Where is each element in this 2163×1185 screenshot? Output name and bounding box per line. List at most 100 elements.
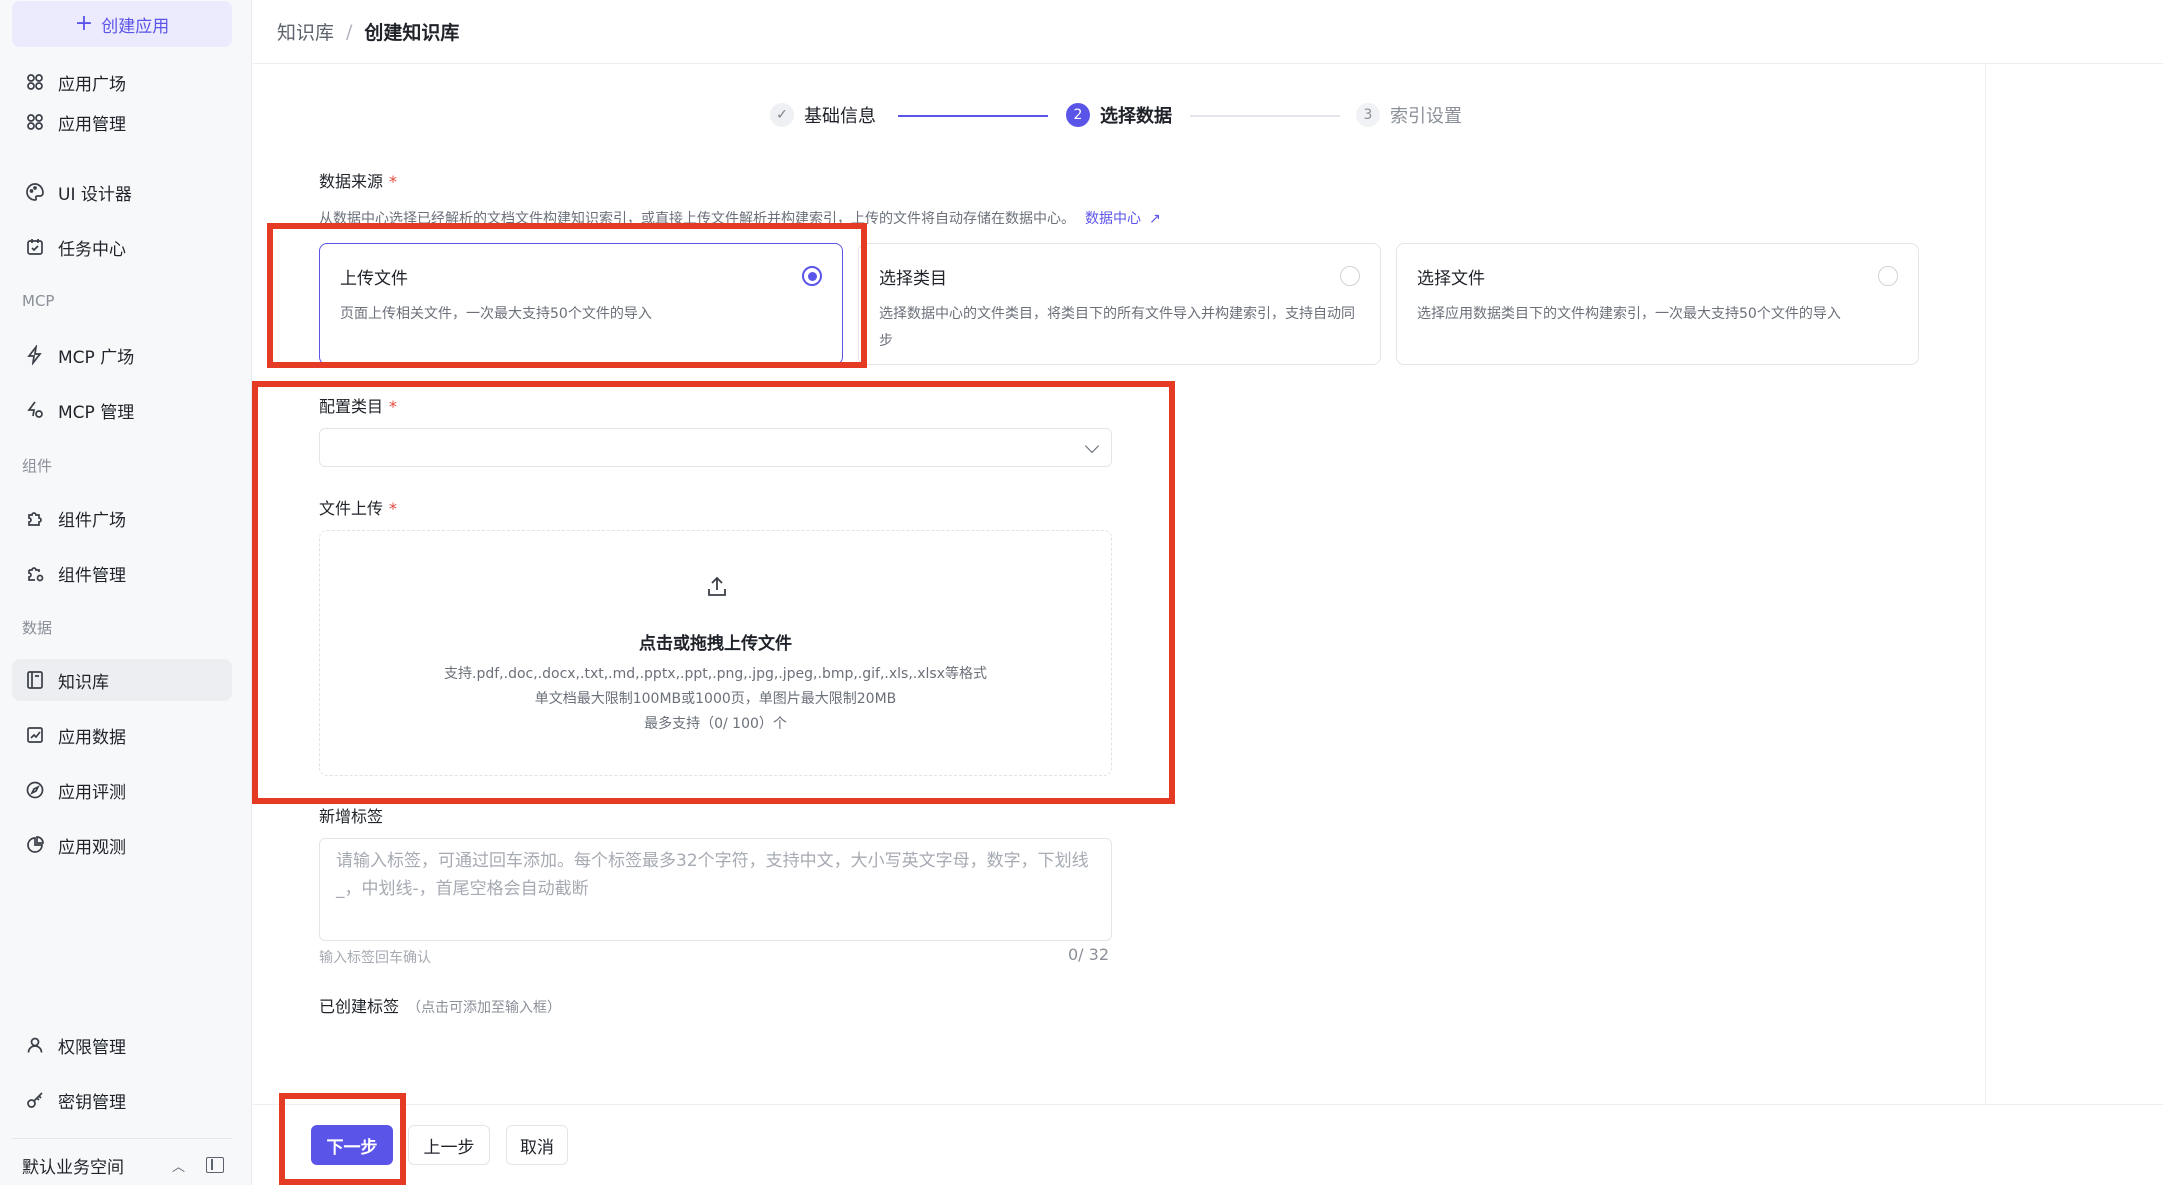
radio-unselected[interactable] <box>1878 266 1898 286</box>
label-text: 配置类目 <box>319 397 384 416</box>
cancel-button[interactable]: 取消 <box>506 1125 568 1165</box>
card-title: 上传文件 <box>340 269 408 289</box>
data-center-link[interactable]: 数据中心 <box>1085 211 1141 227</box>
previous-step-button[interactable]: 上一步 <box>408 1125 490 1165</box>
workspace-switcher[interactable]: 默认业务空间 ︿ <box>22 1150 232 1180</box>
created-tags-label: 已创建标签 （点击可添加至输入框） <box>319 993 561 1017</box>
calendar-check-icon <box>24 236 46 258</box>
sidebar-item-task-center[interactable]: 任务中心 <box>12 226 232 268</box>
palette-icon <box>24 181 46 203</box>
plus-icon: + <box>74 11 94 36</box>
description-text: 从数据中心选择已经解析的文档文件构建知识索引，或直接上传文件解析并构建索引，上传… <box>319 211 1075 227</box>
sidebar-item-app-observation[interactable]: 应用观测 <box>12 824 232 866</box>
sidebar-item-label: 应用评测 <box>58 782 126 803</box>
next-step-button[interactable]: 下一步 <box>311 1125 393 1165</box>
step-number: 3 <box>1356 103 1380 127</box>
step-label: 选择数据 <box>1100 106 1172 127</box>
new-tag-label: 新增标签 <box>319 807 384 826</box>
step-label: 索引设置 <box>1390 106 1462 127</box>
sidebar-item-app-data[interactable]: 应用数据 <box>12 714 232 756</box>
section-components: 组件 <box>22 457 53 475</box>
category-label: 配置类目 * <box>319 393 397 417</box>
sidebar-item-mcp-management[interactable]: MCP 管理 <box>12 389 232 431</box>
required-mark: * <box>389 499 398 518</box>
bolt-gear-icon <box>24 399 46 421</box>
chevron-down-icon <box>1084 438 1100 454</box>
user-icon <box>24 1034 46 1056</box>
step-number: 2 <box>1066 103 1090 127</box>
step-basic-info: ✓ 基础信息 <box>770 102 876 128</box>
sidebar-item-label: 应用广场 <box>58 74 126 95</box>
collapse-sidebar-icon[interactable] <box>206 1157 224 1173</box>
radio-unselected[interactable] <box>1340 266 1360 286</box>
external-link-icon[interactable]: ↗ <box>1149 211 1161 227</box>
sidebar-item-permission-management[interactable]: 权限管理 <box>12 1024 232 1066</box>
sidebar-item-app-evaluation[interactable]: 应用评测 <box>12 769 232 811</box>
step-select-data: 2 选择数据 <box>1066 102 1172 128</box>
breadcrumb: 知识库 / 创建知识库 <box>253 0 2163 64</box>
file-upload-label: 文件上传 * <box>319 495 397 519</box>
card-description: 选择数据中心的文件类目，将类目下的所有文件导入并构建索引，支持自动同步 <box>879 306 1355 349</box>
source-card-select-file[interactable]: 选择文件 选择应用数据类目下的文件构建索引，一次最大支持50个文件的导入 <box>1396 243 1919 365</box>
card-description: 选择应用数据类目下的文件构建索引，一次最大支持50个文件的导入 <box>1417 306 1841 322</box>
sidebar-item-label: 密钥管理 <box>58 1092 126 1113</box>
card-title: 选择文件 <box>1417 269 1485 289</box>
sidebar-item-label: 知识库 <box>58 672 109 693</box>
section-data: 数据 <box>22 619 53 637</box>
sidebar-item-key-management[interactable]: 密钥管理 <box>12 1079 232 1121</box>
step-connector <box>898 115 1048 117</box>
breadcrumb-knowledge-base[interactable]: 知识库 <box>277 18 334 45</box>
label-text: 文件上传 <box>319 499 384 518</box>
created-tags-note: （点击可添加至输入框） <box>407 1000 562 1016</box>
source-card-upload-file[interactable]: 上传文件 页面上传相关文件，一次最大支持50个文件的导入 <box>319 243 843 365</box>
category-select[interactable] <box>319 428 1112 467</box>
sidebar-item-mcp-plaza[interactable]: MCP 广场 <box>12 334 232 376</box>
source-card-select-category[interactable]: 选择类目 选择数据中心的文件类目，将类目下的所有文件导入并构建索引，支持自动同步 <box>858 243 1381 365</box>
right-panel-divider <box>1985 64 1986 1104</box>
chart-icon <box>24 724 46 746</box>
workspace-name: 默认业务空间 <box>22 1157 124 1178</box>
label-text: 数据来源 <box>319 172 384 191</box>
tag-char-count: 0/ 32 <box>1068 945 1110 964</box>
upload-limits: 单文档最大限制100MB或1000页，单图片最大限制20MB <box>534 691 897 707</box>
required-mark: * <box>389 397 398 416</box>
card-title: 选择类目 <box>879 269 947 289</box>
breadcrumb-separator: / <box>346 20 353 43</box>
sidebar: + 创建应用 应用广场 应用管理 UI 设计器 任务中心 MCP MCP 广场 … <box>0 0 252 1185</box>
sidebar-item-label: 应用数据 <box>58 727 126 748</box>
data-source-description: 从数据中心选择已经解析的文档文件构建知识索引，或直接上传文件解析并构建索引，上传… <box>319 208 1161 228</box>
sidebar-item-label: MCP 管理 <box>58 402 135 423</box>
sidebar-item-app-plaza[interactable]: 应用广场 <box>12 61 232 103</box>
sidebar-item-label: 组件管理 <box>58 565 126 586</box>
card-description: 页面上传相关文件，一次最大支持50个文件的导入 <box>340 306 652 322</box>
chevron-up-icon[interactable]: ︿ <box>172 1156 185 1175</box>
bolt-icon <box>24 344 46 366</box>
step-label: 基础信息 <box>804 106 876 127</box>
sidebar-item-component-management[interactable]: 组件管理 <box>12 552 232 594</box>
tag-input[interactable] <box>319 838 1112 941</box>
upload-max-count: 最多支持（0/ 100）个 <box>644 716 787 732</box>
data-source-label: 数据来源 * <box>319 168 397 192</box>
label-text: 已创建标签 <box>319 997 400 1016</box>
check-icon: ✓ <box>770 103 794 127</box>
sidebar-item-app-management[interactable]: 应用管理 <box>12 101 232 143</box>
section-mcp: MCP <box>22 292 55 310</box>
sidebar-item-label: 任务中心 <box>58 239 126 260</box>
create-app-button[interactable]: + 创建应用 <box>12 1 232 47</box>
radio-selected[interactable] <box>802 266 822 286</box>
step-connector <box>1190 115 1340 117</box>
sidebar-item-label: 组件广场 <box>58 510 126 531</box>
create-app-label: 创建应用 <box>101 16 170 37</box>
sidebar-item-component-plaza[interactable]: 组件广场 <box>12 497 232 539</box>
puzzle-gear-icon <box>24 562 46 584</box>
puzzle-icon <box>24 507 46 529</box>
upload-formats: 支持.pdf,.doc,.docx,.txt,.md,.pptx,.ppt,.p… <box>444 666 987 682</box>
sidebar-item-label: 应用观测 <box>58 837 126 858</box>
file-upload-dropzone[interactable]: 点击或拖拽上传文件 支持.pdf,.doc,.docx,.txt,.md,.pp… <box>319 530 1112 776</box>
sidebar-item-ui-designer[interactable]: UI 设计器 <box>12 171 232 213</box>
upload-title: 点击或拖拽上传文件 <box>639 634 792 654</box>
upload-icon <box>708 576 726 596</box>
required-mark: * <box>389 172 398 191</box>
sidebar-item-knowledge-base[interactable]: 知识库 <box>12 659 232 701</box>
sidebar-item-label: UI 设计器 <box>58 184 132 205</box>
